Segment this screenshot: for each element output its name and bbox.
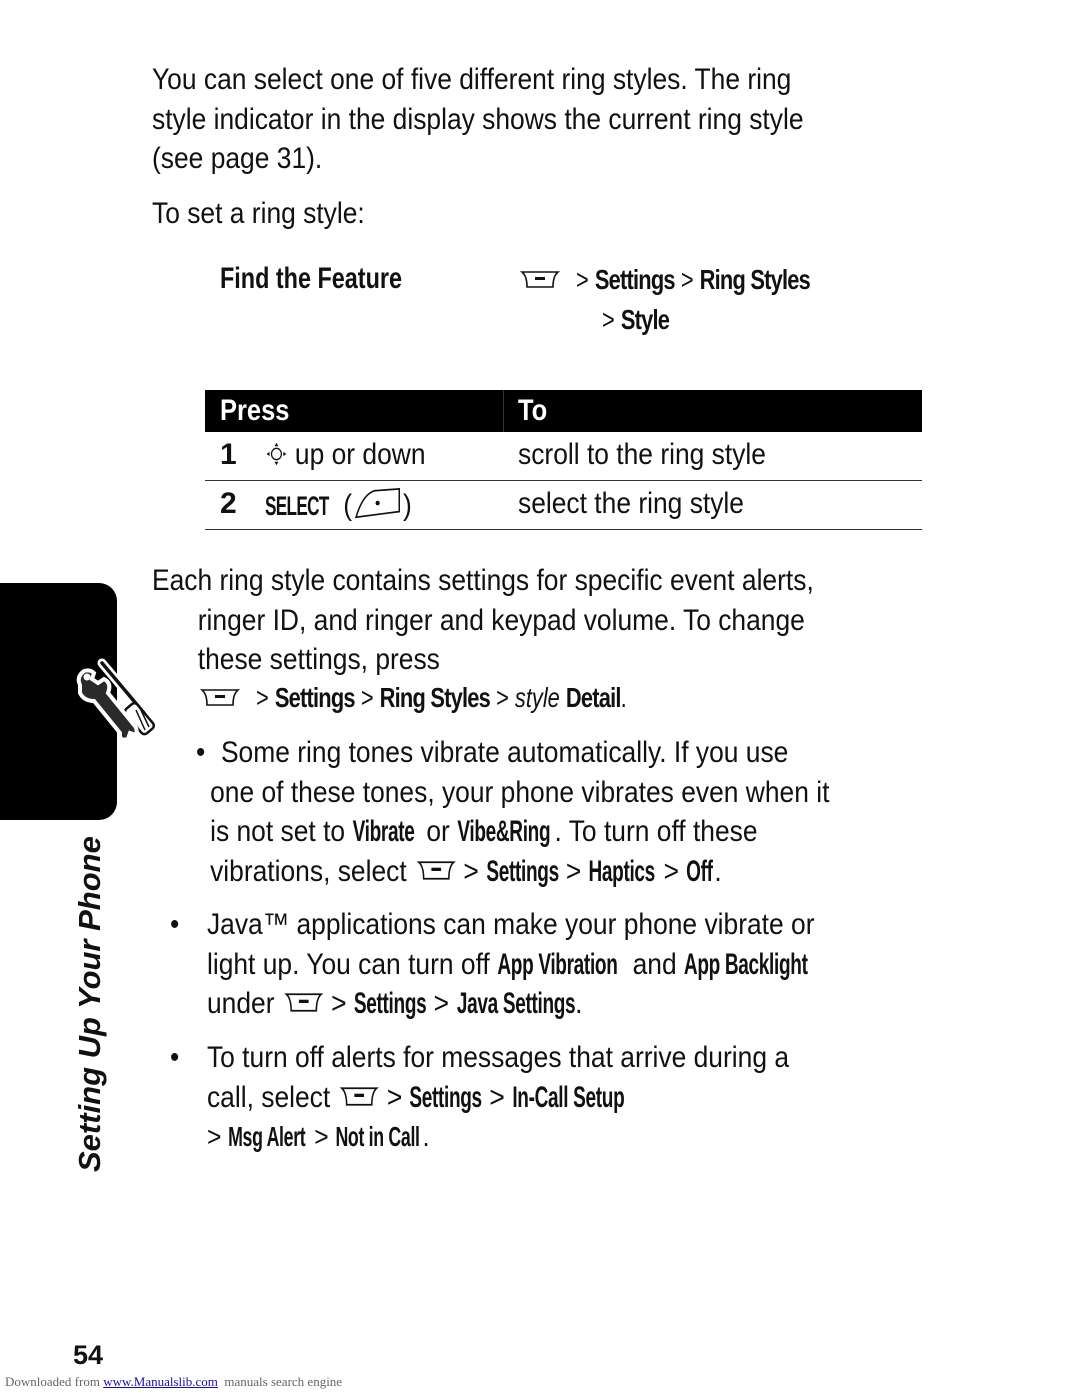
header-press: Press: [220, 394, 290, 427]
bullet-item: • Some ring tones vibrate automatically.…: [196, 733, 829, 891]
path-separator: >: [680, 264, 694, 295]
bullet-text: call, select: [206, 1080, 338, 1114]
to-cell: scroll to the ring style: [518, 438, 766, 471]
table-header: Press To: [205, 390, 922, 432]
intro-paragraph: You can select one of five different rin…: [152, 60, 804, 179]
bullet-line: vibrations, select > Settings > Haptics …: [196, 852, 829, 892]
press-text: up or down: [294, 438, 426, 471]
menu-term: App Backlight: [683, 947, 808, 981]
menu-term: App Vibration: [497, 947, 618, 981]
bullet-line: light up. You can turn off App Vibration…: [170, 945, 856, 985]
header-divider: [503, 390, 504, 432]
details-line: ringer ID, and ringer and keypad volume.…: [197, 603, 805, 637]
footer-text: manuals search engine: [217, 1374, 343, 1389]
menu-key-icon: [284, 992, 324, 1014]
nav-key-icon: [265, 441, 288, 467]
menu-term: Settings: [274, 682, 356, 713]
path-separator: >: [575, 264, 589, 295]
bullet-text: . To turn off these: [554, 815, 758, 848]
menu-key-icon: [339, 1086, 379, 1108]
menu-term: Vibrate: [352, 815, 415, 848]
menu-term: Ring Styles: [699, 264, 810, 295]
bullet-text: under: [206, 987, 282, 1020]
path-separator: >: [602, 304, 615, 335]
bullet-text: one of these tones, your phone vibrates …: [210, 775, 830, 809]
tools-icon: [76, 658, 156, 742]
press-to-table: Press To 1 up or down scroll to the ring…: [205, 390, 922, 530]
table-row: 2 SELECT () select the ring style: [205, 481, 922, 530]
select-key-icon: [352, 487, 403, 521]
style-placeholder: style: [514, 682, 560, 713]
bullet-item: • To turn off alerts for messages that ar…: [170, 1038, 789, 1157]
footer: Downloaded from www.Manualslib.com manua…: [5, 1374, 342, 1390]
bullet-dot: •: [170, 1041, 180, 1074]
find-feature-path: > Settings > Ring Styles: [520, 264, 876, 296]
menu-key-icon: [200, 688, 240, 708]
bullet-line: > Msg Alert > Not in Call.: [170, 1117, 789, 1157]
menu-term: Off: [686, 854, 713, 888]
bullet-dot: •: [196, 736, 206, 769]
press-cell: up or down: [265, 438, 426, 472]
intro-line: style indicator in the display shows the…: [152, 102, 804, 136]
bullet-dot: •: [170, 908, 180, 941]
menu-key-icon: [416, 860, 456, 882]
step-number: 1: [220, 438, 237, 471]
bullet-text: Some ring tones vibrate automatically. I…: [220, 736, 789, 769]
bullet-text: is not set to: [210, 815, 353, 848]
step-number: 2: [220, 487, 237, 520]
find-feature-label: Find the Feature: [220, 262, 403, 295]
bullet-text: To turn off alerts for messages that arr…: [206, 1041, 790, 1074]
open-paren: (: [343, 489, 352, 522]
find-feature-path-cont: > Style: [602, 304, 688, 336]
manualslib-link[interactable]: www.Manualslib.com: [103, 1374, 218, 1389]
details-path: > Settings > Ring Styles > style Detail.: [200, 682, 731, 714]
details-paragraph: Each ring style contains settings for sp…: [152, 561, 814, 680]
bullet-text: or: [419, 815, 458, 848]
menu-term: Ring Styles: [379, 682, 490, 713]
bullet-text: and: [625, 947, 684, 981]
menu-term: Msg Alert: [228, 1121, 306, 1152]
menu-term: Haptics: [588, 854, 656, 888]
table-row: 1 up or down scroll to the ring style: [205, 432, 922, 481]
menu-term: Settings: [409, 1080, 483, 1114]
select-key-label: SELECT: [265, 491, 329, 521]
details-line: these settings, press: [197, 643, 440, 676]
menu-term: Style: [620, 304, 670, 335]
bullet-item: • Java™ applications can make your phone …: [170, 905, 856, 1024]
bullet-line: is not set to Vibrate or Vibe&Ring. To t…: [196, 812, 829, 852]
menu-term: Settings: [486, 854, 559, 888]
intro-line: You can select one of five different rin…: [152, 63, 792, 96]
menu-term: Settings: [594, 264, 676, 295]
menu-term: In-Call Setup: [512, 1080, 625, 1114]
bullet-text: Java™ applications can make your phone v…: [206, 908, 815, 941]
details-line: Each ring style contains settings for sp…: [152, 564, 814, 597]
bullet-line: call, select > Settings > In-Call Setup: [170, 1078, 789, 1118]
intro-lead: To set a ring style:: [152, 197, 365, 230]
bullet-text: light up. You can turn off: [206, 947, 498, 981]
bullet-line: under > Settings > Java Settings.: [170, 984, 856, 1024]
menu-term: Vibe&Ring: [457, 815, 551, 848]
to-cell: select the ring style: [518, 487, 744, 520]
menu-term: Detail: [565, 682, 622, 713]
period: .: [620, 682, 627, 713]
section-title: Setting Up Your Phone: [72, 836, 107, 1172]
press-cell: SELECT (): [265, 487, 412, 523]
intro-line: (see page 31).: [152, 142, 323, 175]
header-to: To: [518, 394, 548, 427]
page-number: 54: [73, 1340, 104, 1370]
menu-key-icon: [520, 270, 560, 290]
bullet-text: vibrations, select: [210, 854, 415, 888]
menu-term: Not in Call: [335, 1121, 421, 1152]
menu-term: Java Settings: [456, 987, 575, 1020]
close-paren: ): [403, 489, 412, 522]
footer-text: Downloaded from: [5, 1374, 104, 1389]
menu-term: Settings: [353, 987, 427, 1020]
